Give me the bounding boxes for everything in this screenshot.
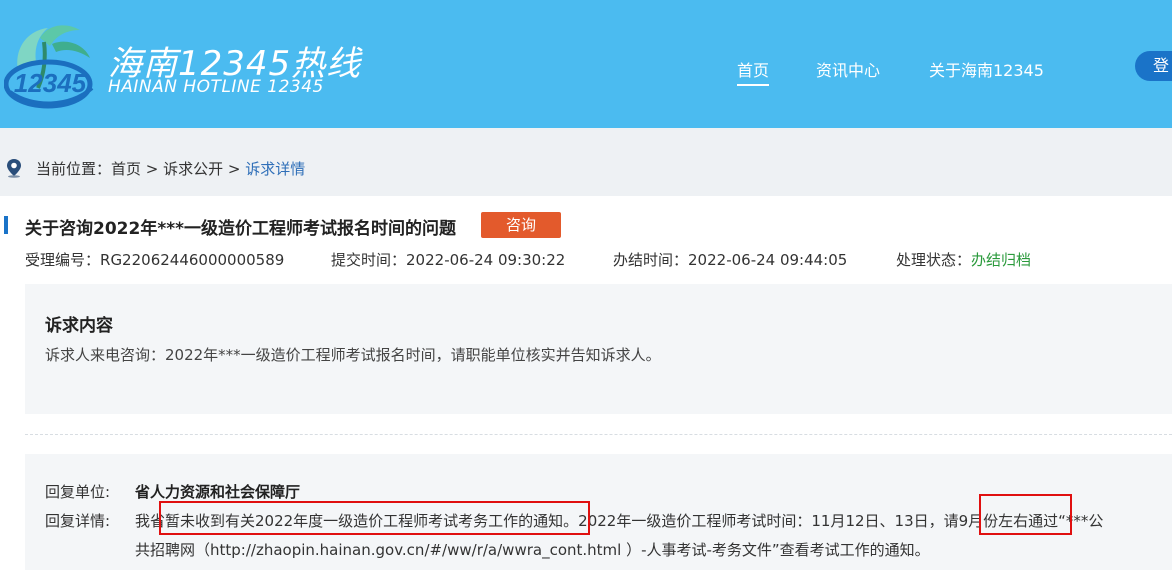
- breadcrumb-prefix: 当前位置：: [36, 160, 112, 178]
- case-title: 关于咨询2022年***一级造价工程师考试报名时间的问题: [25, 219, 456, 239]
- submit-time-label: 提交时间：: [331, 251, 407, 269]
- request-heading: 诉求内容: [45, 316, 113, 336]
- brand-name-en: HAINAN HOTLINE 12345: [108, 77, 324, 97]
- breadcrumb-current: 诉求详情: [245, 160, 306, 178]
- case-id-value: RG22062446000000589: [100, 251, 285, 269]
- case-id: 受理编号：RG22062446000000589: [25, 249, 284, 270]
- logo-number: 12345: [14, 68, 87, 98]
- hotline-logo-icon[interactable]: 12345: [4, 18, 96, 110]
- status: 处理状态：办结归档: [896, 249, 1031, 270]
- reply-detail-label: 回复详情:: [45, 512, 111, 530]
- site-header: 12345 海南12345热线 HAINAN HOTLINE 12345 首页 …: [0, 0, 1172, 128]
- request-panel: 诉求内容 诉求人来电咨询：2022年***一级造价工程师考试报名时间，请职能单位…: [25, 284, 1172, 414]
- highlight-box-notice: [159, 501, 590, 535]
- breadcrumb-separator: >: [141, 160, 164, 178]
- case-type-badge: 咨询: [481, 212, 561, 238]
- breadcrumb-trail: 当前位置：首页 > 诉求公开 > 诉求详情: [36, 158, 305, 179]
- location-pin-icon: [7, 159, 21, 178]
- breadcrumb: 当前位置：首页 > 诉求公开 > 诉求详情: [0, 128, 1172, 196]
- done-time-value: 2022-06-24 09:44:05: [688, 251, 848, 269]
- breadcrumb-separator: >: [223, 160, 246, 178]
- submit-time: 提交时间：2022-06-24 09:30:22: [331, 249, 565, 270]
- login-button[interactable]: 登: [1135, 51, 1172, 81]
- breadcrumb-home[interactable]: 首页: [111, 160, 141, 178]
- reply-unit-value: 省人力资源和社会保障厅: [135, 483, 301, 501]
- case-id-label: 受理编号：: [25, 251, 101, 269]
- submit-time-value: 2022-06-24 09:30:22: [406, 251, 566, 269]
- reply-unit-label: 回复单位:: [45, 483, 111, 501]
- nav-about[interactable]: 关于海南12345: [929, 57, 1044, 81]
- done-time: 办结时间：2022-06-24 09:44:05: [613, 249, 847, 270]
- reply-detail-line-2: 共招聘网（http://zhaopin.hainan.gov.cn/#/ww/r…: [135, 541, 930, 559]
- done-time-label: 办结时间：: [613, 251, 689, 269]
- nav-home[interactable]: 首页: [737, 57, 770, 86]
- breadcrumb-section[interactable]: 诉求公开: [163, 160, 223, 178]
- status-badge: 办结归档: [971, 251, 1032, 269]
- request-text: 诉求人来电咨询：2022年***一级造价工程师考试报名时间，请职能单位核实并告知…: [45, 346, 661, 364]
- highlight-box-date: [979, 494, 1072, 535]
- section-divider: [25, 434, 1172, 435]
- status-label: 处理状态：: [896, 251, 972, 269]
- title-accent-bar: [4, 216, 8, 234]
- nav-news[interactable]: 资讯中心: [816, 57, 880, 81]
